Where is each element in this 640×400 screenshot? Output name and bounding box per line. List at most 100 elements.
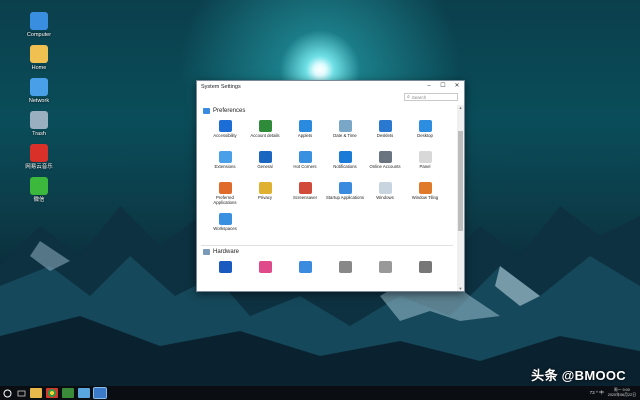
desktop-icon-label: 微信 (33, 197, 45, 203)
settings-item[interactable]: Privacy (245, 182, 285, 210)
window-toolbar: ⌕ Search (197, 92, 464, 102)
preferences-icon (203, 108, 210, 114)
online-accounts-icon (378, 151, 392, 163)
settings-item[interactable]: Extensions (205, 151, 245, 179)
settings-item-label: Preferred Applications (213, 195, 237, 205)
settings-item[interactable] (325, 261, 365, 289)
settings-item-label: Notifications (333, 164, 357, 169)
task-view-icon (17, 390, 25, 396)
browser-icon[interactable] (46, 388, 58, 398)
desktop-icon-4[interactable]: 网易云音乐 (22, 144, 56, 171)
settings-item[interactable]: Startup Applications (325, 182, 365, 210)
settings-item[interactable]: Applets (285, 120, 325, 148)
system-tray: 73 ^ 中 周一 9:00 2020年06月22日 (590, 388, 640, 398)
desktop-icon-label: Trash (32, 131, 46, 137)
close-button[interactable]: ✕ (450, 81, 464, 92)
taskbar: 73 ^ 中 周一 9:00 2020年06月22日 (0, 386, 640, 400)
scroll-up-icon[interactable]: ▲ (457, 105, 464, 111)
tray-text[interactable]: 73 ^ 中 (590, 390, 604, 396)
desktop-icon-2[interactable]: Network (22, 78, 56, 105)
clock-date: 2020年06月22日 (607, 393, 636, 397)
section-header: Hardware (197, 246, 457, 258)
settings-item-label: Accessibility (213, 133, 237, 138)
desktop-icon-1[interactable]: Home (22, 45, 56, 72)
folder-icon (30, 45, 48, 63)
system-settings-window: System Settings – ☐ ✕ ⌕ Search Preferenc… (196, 80, 465, 292)
startup-applications-icon (338, 182, 352, 194)
preferred-applications-icon (218, 182, 232, 194)
screensaver-icon (298, 182, 312, 194)
settings-item[interactable]: Account details (245, 120, 285, 148)
wechat-icon (30, 177, 48, 195)
windows-icon (378, 182, 392, 194)
terminal-icon[interactable] (62, 388, 74, 398)
settings-item-label: Privacy (257, 195, 273, 200)
settings-item[interactable]: Panel (405, 151, 445, 179)
settings-item[interactable]: Screensaver (285, 182, 325, 210)
settings-item-label: Online Accounts (369, 164, 401, 169)
notifications-icon (338, 151, 352, 163)
section-title: Preferences (213, 108, 246, 114)
date-time-icon (338, 120, 352, 132)
settings-item[interactable] (405, 261, 445, 289)
settings-item[interactable]: Desklets (365, 120, 405, 148)
settings-item[interactable]: Accessibility (205, 120, 245, 148)
settings-item[interactable] (205, 261, 245, 289)
privacy-icon (258, 182, 272, 194)
settings-item[interactable]: Window Tiling (405, 182, 445, 210)
maximize-button[interactable]: ☐ (436, 81, 450, 92)
settings-item[interactable]: General (245, 151, 285, 179)
settings-item[interactable]: Windows (365, 182, 405, 210)
settings-item[interactable]: Notifications (325, 151, 365, 179)
settings-item[interactable]: Online Accounts (365, 151, 405, 179)
scrollbar[interactable]: ▲ ▼ (457, 105, 464, 291)
settings-item[interactable] (285, 261, 325, 289)
display-icon (298, 261, 312, 273)
settings-item-label: General (257, 164, 273, 169)
settings-app-icon[interactable] (78, 388, 90, 398)
settings-item[interactable]: Hot Corners (285, 151, 325, 179)
settings-item[interactable]: Preferred Applications (205, 182, 245, 210)
desktop-icon-3[interactable]: Trash (22, 111, 56, 138)
clock[interactable]: 周一 9:00 2020年06月22日 (608, 388, 636, 398)
settings-item[interactable] (245, 261, 285, 289)
panel-icon (418, 151, 432, 163)
settings-item-label: Desktop (417, 133, 433, 138)
search-input[interactable]: ⌕ Search (404, 93, 458, 101)
section-title: Hardware (213, 249, 240, 255)
settings-grid: Accessibility Account details Applets Date … (197, 117, 457, 241)
settings-item-label: Applets (297, 133, 313, 138)
desktop-icon-5[interactable]: 微信 (22, 177, 56, 204)
bluetooth-icon (218, 261, 232, 273)
settings-item-label: Windows (376, 195, 394, 200)
settings-item-label: Workspaces (213, 226, 237, 231)
settings-item[interactable]: Desktop (405, 120, 445, 148)
task-view-button[interactable] (14, 386, 28, 400)
system-settings-taskbar-icon[interactable] (93, 387, 107, 399)
firmware-icon (378, 261, 392, 273)
desktop-icon-0[interactable]: Computer (22, 12, 56, 39)
graphics-icon (418, 261, 432, 273)
general-icon (258, 151, 272, 163)
scroll-down-icon[interactable]: ▼ (457, 286, 464, 291)
settings-item[interactable]: Workspaces (205, 213, 245, 241)
settings-item-label: Date & Time (333, 133, 357, 138)
settings-item[interactable] (365, 261, 405, 289)
minimize-button[interactable]: – (422, 81, 436, 92)
file-manager-icon[interactable] (30, 388, 42, 398)
color-icon (258, 261, 272, 273)
settings-item-label: Screensaver (292, 195, 318, 200)
window-title: System Settings (201, 83, 241, 90)
netease-music-icon (30, 144, 48, 162)
workspaces-icon (218, 213, 232, 225)
start-button[interactable] (0, 386, 14, 400)
search-icon: ⌕ (407, 94, 410, 100)
drivers-icon (338, 261, 352, 273)
search-placeholder: Search (411, 94, 427, 100)
settings-item[interactable]: Date & Time (325, 120, 365, 148)
window-titlebar[interactable]: System Settings – ☐ ✕ (197, 81, 464, 92)
settings-item-label: Extensions (214, 164, 236, 169)
settings-item-label: Startup Applications (326, 195, 364, 200)
scrollbar-thumb[interactable] (458, 131, 463, 231)
hardware-icon (203, 249, 210, 255)
